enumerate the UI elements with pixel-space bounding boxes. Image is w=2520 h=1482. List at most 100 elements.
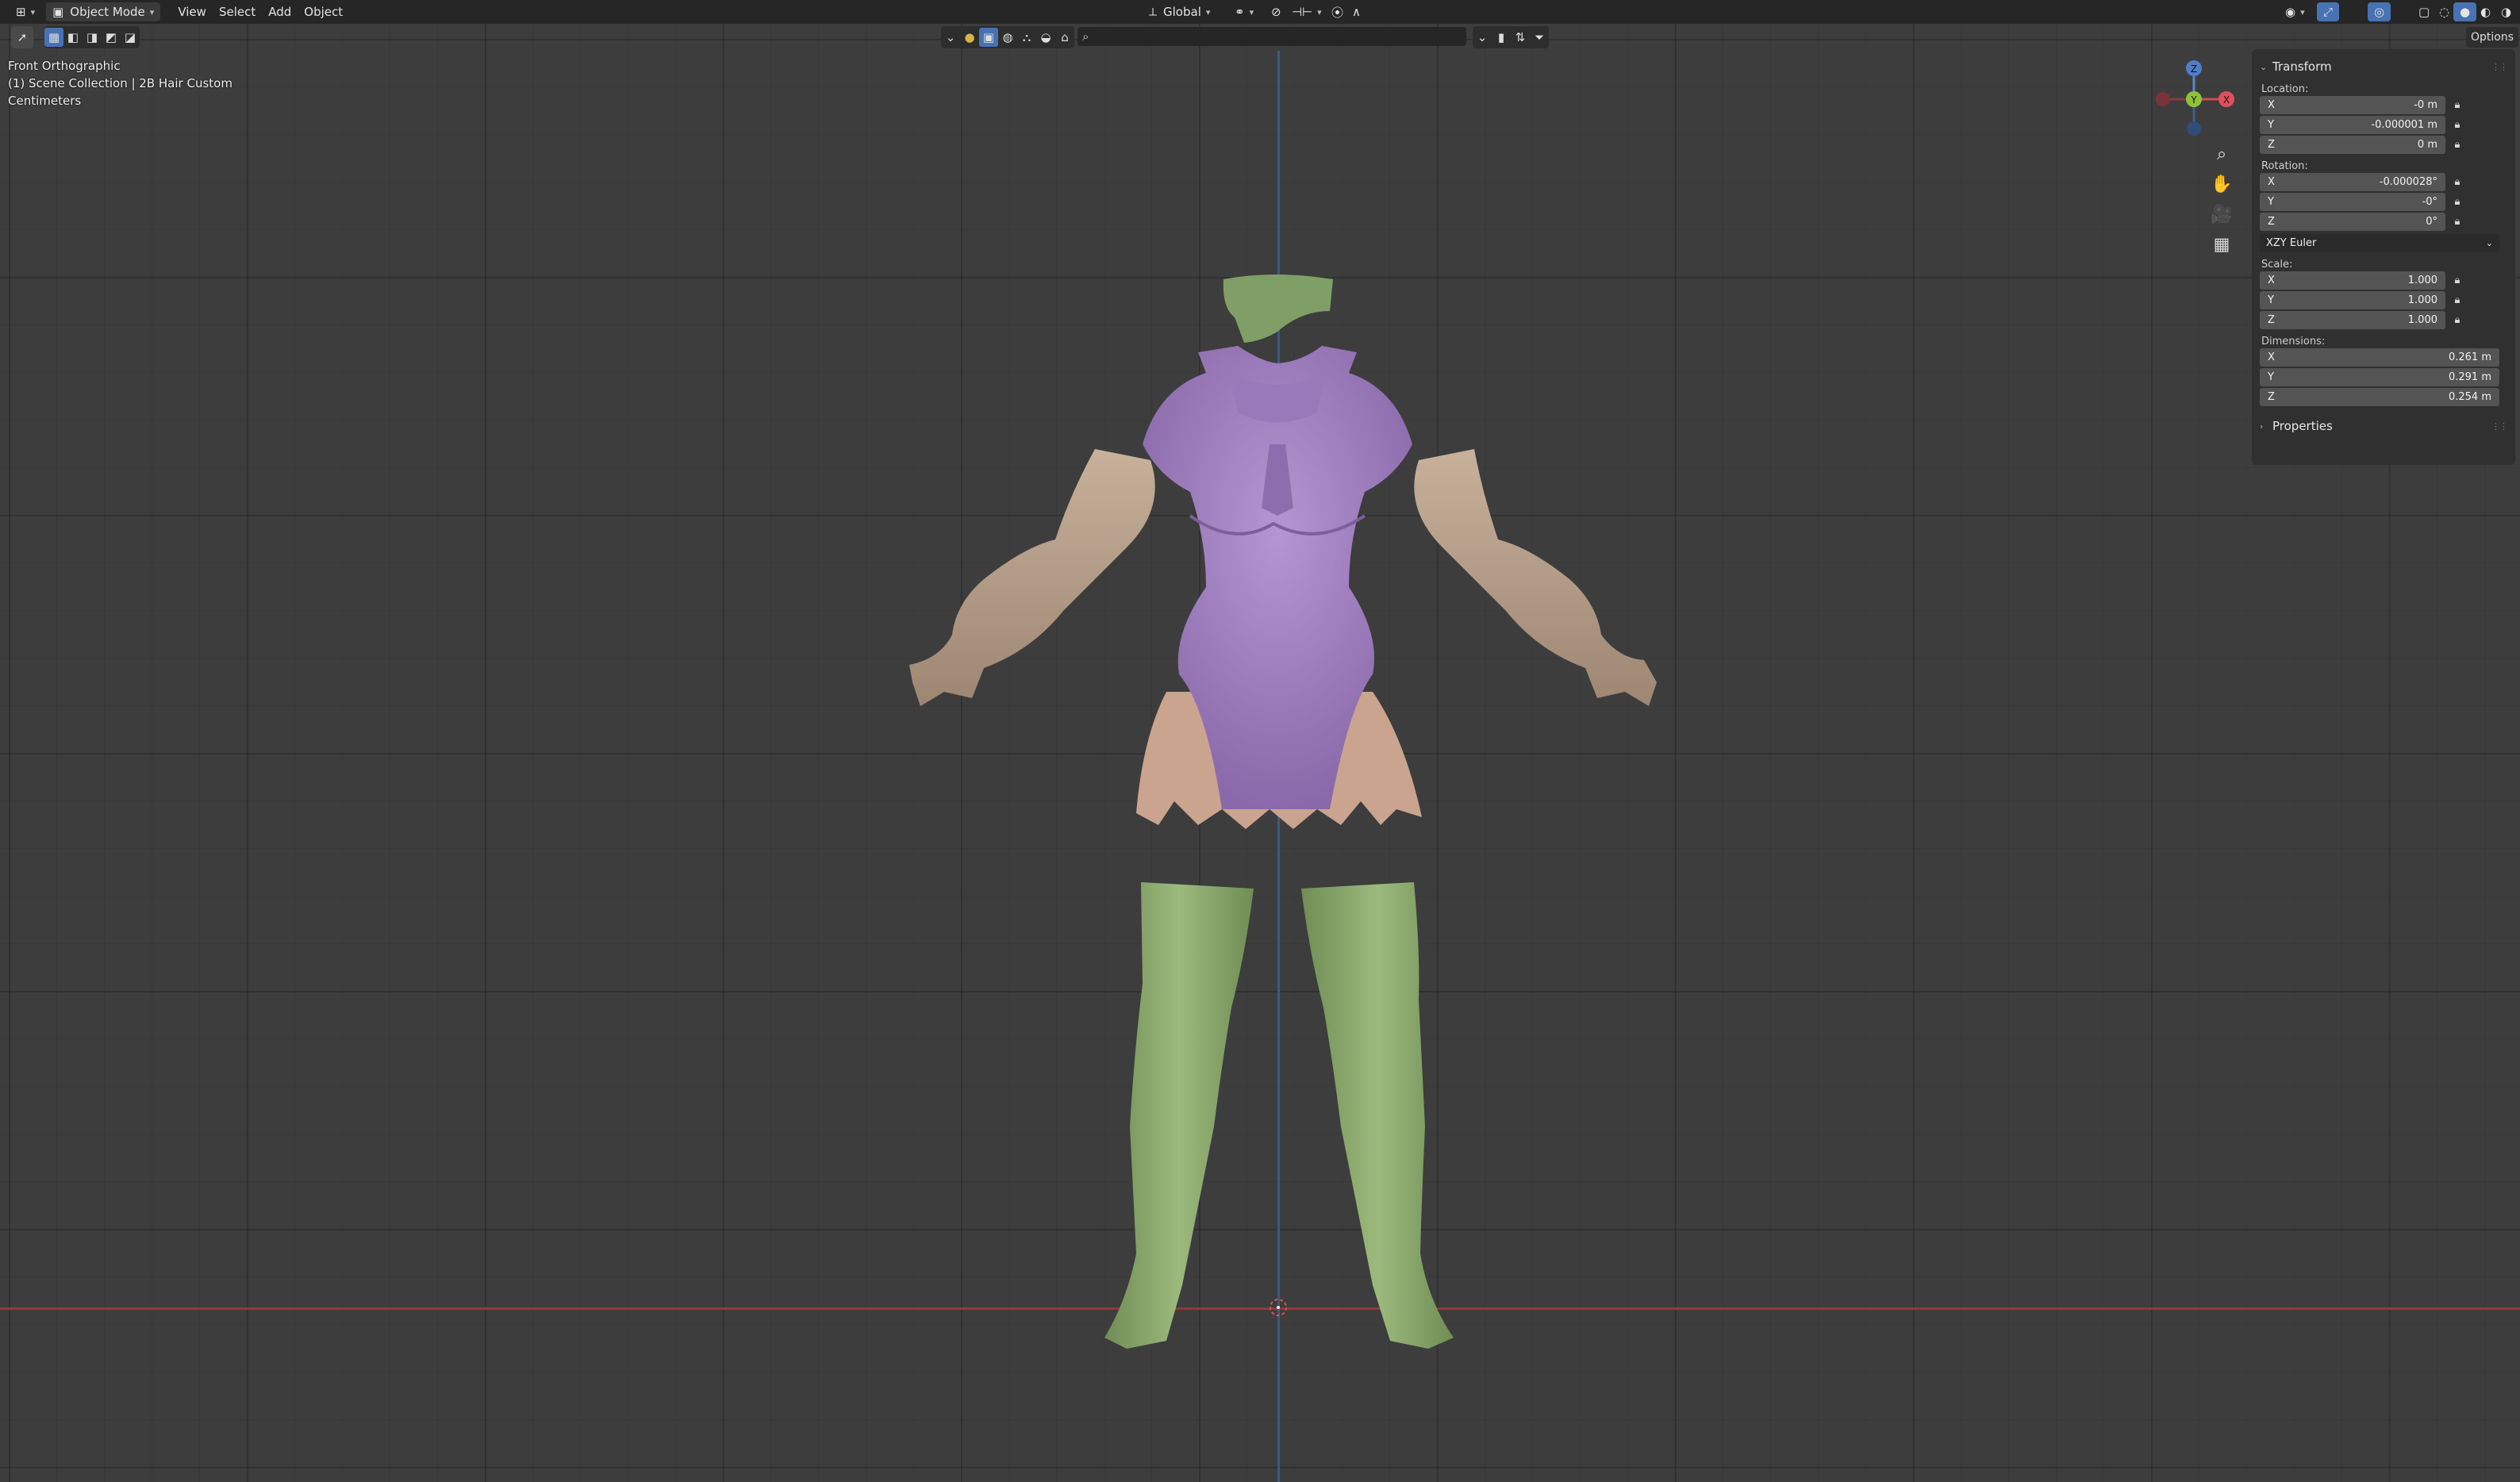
select-extend-button[interactable]: ◧ [63, 28, 83, 47]
bookmark-button[interactable]: ▮ [1492, 28, 1511, 47]
rotation-z-field[interactable]: Z 0° [2260, 213, 2445, 231]
rotation-z-value: 0° [2426, 216, 2437, 228]
filter-toggle-button[interactable]: ⌄ [1473, 28, 1492, 47]
tool-settings-row: ➚ ▦ ◧ ◨ ◩ ◪ ⌄ ● ▣ ◍ ⛬ ◒ ⌂ ⌕ ⌄ ▮ ⇅ ⏷ [0, 24, 2520, 51]
overlays-icon: ◎ [2374, 5, 2385, 19]
lock-icon[interactable]: 🔒︎ [2445, 275, 2469, 286]
object-filter-button[interactable]: ⛬ [1017, 28, 1036, 47]
lock-icon[interactable]: 🔒︎ [2445, 139, 2469, 151]
select-intersect-icon: ◪ [124, 30, 136, 44]
headband-mesh [1223, 275, 1333, 343]
outfit-model[interactable] [0, 0, 2520, 1482]
lock-icon[interactable]: 🔒︎ [2445, 314, 2469, 326]
lock-icon[interactable]: 🔒︎ [2445, 216, 2469, 228]
select-new-button[interactable]: ▦ [44, 28, 63, 47]
collection-icon: ⌂ [1061, 30, 1069, 44]
filter-dropdown-button[interactable]: ⌄ [941, 28, 960, 47]
scale-z-field[interactable]: Z 1.000 [2260, 311, 2445, 329]
unit-info: Centimeters [8, 94, 82, 108]
rotation-mode-select[interactable]: XZY Euler ⌄ [2260, 234, 2499, 252]
zoom-button[interactable]: ⌕ [2207, 140, 2236, 168]
menu-add[interactable]: Add [262, 2, 298, 21]
select-subtract-icon: ◨ [86, 30, 98, 44]
material-filter-button[interactable]: ◒ [1036, 28, 1055, 47]
properties-header[interactable]: › Properties ⋮⋮ [2260, 415, 2508, 437]
rotation-y-field[interactable]: Y -0° [2260, 193, 2445, 211]
editor-type-button[interactable]: ⊞ ▾ [10, 2, 41, 21]
falloff-button[interactable]: ∧ [1346, 2, 1367, 21]
lock-icon[interactable]: 🔒︎ [2445, 119, 2469, 131]
drag-handle-icon[interactable]: ⋮⋮ [2491, 421, 2508, 432]
location-x-value: -0 m [2414, 99, 2437, 111]
funnel-button[interactable]: ⏷ [1530, 28, 1549, 47]
select-subtract-button[interactable]: ◨ [83, 28, 102, 47]
snap-target-button[interactable]: ⊣⊢ ▾ [1285, 2, 1328, 21]
select-invert-button[interactable]: ◩ [102, 28, 121, 47]
lock-icon[interactable]: 🔒︎ [2445, 196, 2469, 208]
location-x-field[interactable]: X -0 m [2260, 96, 2445, 114]
shading-material[interactable]: ◐ [2474, 2, 2497, 21]
pan-button[interactable]: ✋ [2207, 170, 2236, 198]
camera-view-button[interactable]: 🎥 [2207, 200, 2236, 228]
orientation-icon: ⟂ [1149, 5, 1158, 19]
menu-object[interactable]: Object [298, 2, 349, 21]
pivot-point-button[interactable]: ⚭ ▾ [1228, 2, 1260, 21]
lock-icon[interactable]: 🔒︎ [2445, 294, 2469, 306]
3d-viewport[interactable] [0, 0, 2520, 1482]
location-z-field[interactable]: Z 0 m [2260, 136, 2445, 154]
wireframe-icon: ◌ [2439, 5, 2450, 19]
search-input[interactable]: ⌕ [1078, 27, 1466, 46]
mesh-icon: ◍ [1002, 30, 1013, 44]
shading-solid[interactable]: ● [2453, 2, 2477, 21]
sort-icon: ⇅ [1515, 30, 1526, 44]
mode-label: Object Mode [70, 5, 145, 19]
scale-y-field[interactable]: Y 1.000 [2260, 291, 2445, 309]
menu-select[interactable]: Select [213, 2, 262, 21]
axis-label: X [2268, 275, 2275, 286]
mesh-filter-button[interactable]: ◍ [998, 28, 1017, 47]
menu-view[interactable]: View [171, 2, 213, 21]
camera-icon: 🎥 [2211, 204, 2233, 225]
gizmo-icon: ⤢ [2323, 5, 2334, 19]
visibility-button[interactable]: ◉ ▾ [2279, 2, 2311, 21]
solid-shading-icon: ● [2460, 5, 2471, 19]
view-layer-button[interactable]: ▣ [979, 28, 998, 47]
options-button[interactable]: Options [2466, 27, 2519, 48]
lock-icon[interactable]: 🔒︎ [2445, 176, 2469, 188]
transform-orientation-select[interactable]: ⟂ Global ▾ [1143, 2, 1216, 21]
overlays-toggle[interactable]: ◎ [2368, 2, 2391, 21]
select-new-icon: ▦ [48, 30, 60, 44]
shading-wireframe[interactable]: ◌ [2433, 2, 2456, 21]
dimensions-y-field[interactable]: Y 0.291 m [2260, 368, 2499, 386]
sidebar-transform-panel: ⌄ Transform ⋮⋮ Location: X -0 m 🔒︎ Y -0.000… [2252, 49, 2515, 465]
chevron-down-icon: ⌄ [2485, 238, 2493, 248]
perspective-toggle-button[interactable]: ▦ [2207, 230, 2236, 259]
collection-filter-button[interactable]: ⌂ [1055, 28, 1074, 47]
mode-select[interactable]: ▣ Object Mode ▾ [46, 2, 161, 21]
dimensions-x-field[interactable]: X 0.261 m [2260, 348, 2499, 367]
sort-button[interactable]: ⇅ [1511, 28, 1530, 47]
location-y-field[interactable]: Y -0.000001 m [2260, 116, 2445, 134]
gizmo-neg-x-axis [2156, 92, 2170, 106]
gizmo-toggle[interactable]: ⤢ [2317, 2, 2340, 21]
rotation-x-field[interactable]: X -0.000028° [2260, 173, 2445, 191]
lock-icon[interactable]: 🔒︎ [2445, 99, 2469, 111]
shading-rendered[interactable]: ◑ [2495, 2, 2518, 21]
snap-target-icon: ⊣⊢ [1292, 5, 1313, 19]
select-tool-button[interactable]: ➚ [11, 26, 33, 48]
chevron-right-icon: › [2260, 420, 2264, 432]
transform-header[interactable]: ⌄ Transform ⋮⋮ [2260, 56, 2508, 78]
drag-handle-icon[interactable]: ⋮⋮ [2491, 62, 2508, 72]
snap-button[interactable]: ⊘ [1265, 2, 1288, 21]
select-intersect-button[interactable]: ◪ [121, 28, 140, 47]
transform-title: Transform [2272, 60, 2332, 74]
scene-filter-button[interactable]: ● [960, 28, 979, 47]
rotation-y-value: -0° [2422, 196, 2437, 208]
scale-z-value: 1.000 [2407, 314, 2437, 326]
navigation-gizmo[interactable]: Z X Y [2142, 56, 2245, 151]
dimensions-z-field[interactable]: Z 0.254 m [2260, 388, 2499, 406]
scale-x-field[interactable]: X 1.000 [2260, 271, 2445, 290]
falloff-icon: ∧ [1352, 5, 1361, 19]
filter-toggle-icon: ⌄ [1477, 30, 1488, 44]
snap-icon: ⊘ [1271, 5, 1281, 19]
